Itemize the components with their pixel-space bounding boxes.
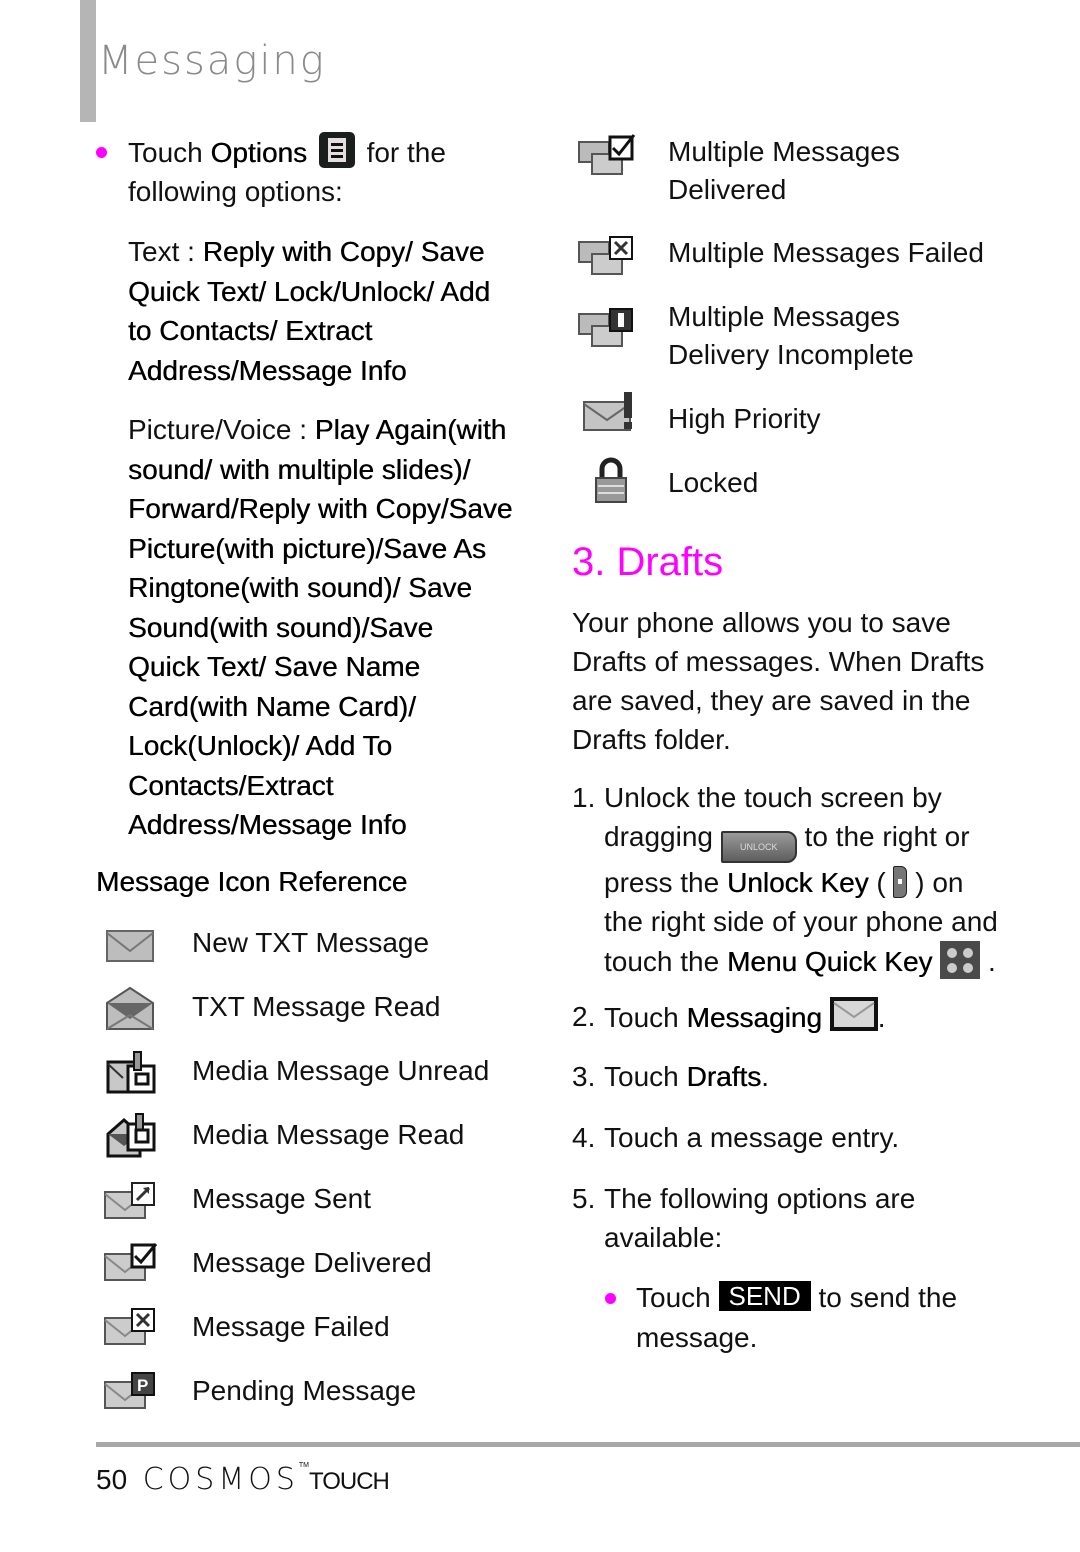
icon-label: Multiple Messages Delivered (668, 136, 900, 205)
picture-option-line: Quick Text/ Save Name (128, 651, 421, 682)
svg-text:P: P (137, 1376, 148, 1395)
icon-label: Multiple Messages Failed (668, 237, 984, 268)
text-option-line: Quick Text/ Lock/Unlock/ Add (128, 275, 491, 307)
unlock-key-icon (893, 866, 908, 898)
step-2: Touch Messaging . (604, 997, 885, 1037)
message-delivered-icon (104, 1243, 158, 1281)
icon-label: Message Delivered (192, 1247, 432, 1278)
icon-label: TXT Message Read (192, 991, 441, 1022)
picture-option-line: Address/Message Info (128, 809, 407, 840)
intro-text: Touch (128, 137, 211, 168)
step-1-number: 1. (572, 782, 596, 813)
text-option-line: Address/Message Info (128, 354, 407, 386)
send-option: Touch SEND to send the message. (636, 1281, 958, 1353)
icon-label: Message Sent (192, 1183, 371, 1214)
envelope-open-icon (106, 986, 154, 1030)
picture-option-line: Lock(Unlock)/ Add To (128, 730, 393, 761)
message-sent-icon (104, 1182, 155, 1219)
options-menu-icon (318, 132, 355, 168)
step-1: Unlock the touch screen by dragging UNLO… (604, 778, 1034, 981)
step-text: Unlock the touch screen by (604, 782, 942, 813)
lock-icon (595, 457, 627, 503)
messaging-envelope-icon (829, 997, 878, 1031)
step-text: touch the Menu Quick Key . (604, 941, 1034, 981)
page-title: Messaging (98, 38, 326, 84)
media-unread-icon (106, 1051, 156, 1094)
menu-quick-key-icon (940, 941, 981, 979)
trademark: TM (298, 1462, 309, 1469)
header-accent-bar (80, 0, 96, 122)
footer: 50 COSMOSTMTOUCH (96, 1462, 390, 1497)
intro-text-line2: following options: (128, 176, 343, 207)
intro-text-post: for the (366, 137, 446, 168)
pending-message-icon: P (104, 1372, 155, 1409)
picture-option-line: Ringtone(with sound)/ Save (128, 572, 472, 603)
media-read-icon (106, 1113, 156, 1158)
step-text: the right side of your phone and (604, 906, 998, 937)
step-text: dragging UNLOCK to the right or (604, 817, 1034, 863)
step-2-number: 2. (572, 1001, 596, 1032)
page-number: 50 (96, 1464, 128, 1495)
text-options-block: Text : Reply with Copy/ Save Quick Text/… (128, 232, 528, 390)
options-intro: Touch Options for the following options: (128, 132, 548, 211)
step-4-number: 4. (572, 1122, 596, 1153)
icon-label: Message Failed (192, 1311, 390, 1342)
high-priority-icon (583, 392, 632, 431)
step-5: The following options are available: (604, 1183, 916, 1253)
picture-option-line: Card(with Name Card)/ (128, 690, 416, 722)
step-text: press the Unlock Key ( ) on (604, 866, 964, 898)
icon-label: Pending Message (192, 1375, 417, 1406)
icon-label: Locked (668, 467, 759, 498)
multi-incomplete-icon (578, 308, 633, 347)
intro-line: Drafts of messages. When Drafts (572, 646, 985, 677)
multi-failed-icon (578, 236, 633, 275)
intro-line: Your phone allows you to save (572, 607, 951, 638)
text-option-line: Text : Reply with Copy/ Save (128, 236, 485, 267)
picture-option-line: Contacts/Extract (128, 769, 334, 801)
multi-delivered-icon (578, 134, 636, 175)
section-title-drafts: 3. Drafts (572, 540, 724, 584)
bullet-icon (96, 147, 107, 158)
icon-label: Media Message Unread (192, 1055, 490, 1086)
footer-rule (96, 1442, 1080, 1447)
icon-reference-heading: Message Icon Reference (96, 866, 408, 897)
text-option-line: to Contacts/ Extract (128, 315, 373, 346)
drafts-intro: Your phone allows you to save Drafts of … (572, 603, 992, 759)
envelope-closed-icon (106, 930, 154, 962)
picture-option-line: sound/ with multiple slides)/ (128, 453, 471, 485)
options-label: Options (210, 137, 308, 168)
picture-option-line: Sound(with sound)/Save (128, 611, 434, 643)
picture-option-line: Picture/Voice : Play Again(with (128, 414, 507, 445)
intro-line: are saved, they are saved in the (572, 685, 971, 716)
step-3-number: 3. (572, 1061, 596, 1092)
step-5-number: 5. (572, 1183, 596, 1214)
brand-suffix: TOUCH (308, 1468, 390, 1495)
intro-line: Drafts folder. (572, 724, 731, 755)
icon-label: Multiple Messages Delivery Incomplete (668, 301, 914, 370)
brand-logo: COSMOS (142, 1462, 299, 1497)
unlock-slider-button: UNLOCK (720, 831, 797, 863)
bullet-icon (605, 1293, 616, 1304)
step-3: Touch Drafts. (604, 1061, 769, 1092)
icon-label: High Priority (668, 403, 821, 434)
icon-label: Media Message Read (192, 1119, 465, 1150)
send-key: SEND (718, 1281, 811, 1311)
picture-option-line: Picture(with picture)/Save As (128, 532, 486, 564)
picture-option-line: Forward/Reply with Copy/Save (128, 493, 513, 524)
message-failed-icon (104, 1308, 155, 1345)
step-4: Touch a message entry. (604, 1122, 900, 1153)
icon-label: New TXT Message (192, 927, 430, 958)
picture-options-block: Picture/Voice : Play Again(with sound/ w… (128, 410, 528, 845)
